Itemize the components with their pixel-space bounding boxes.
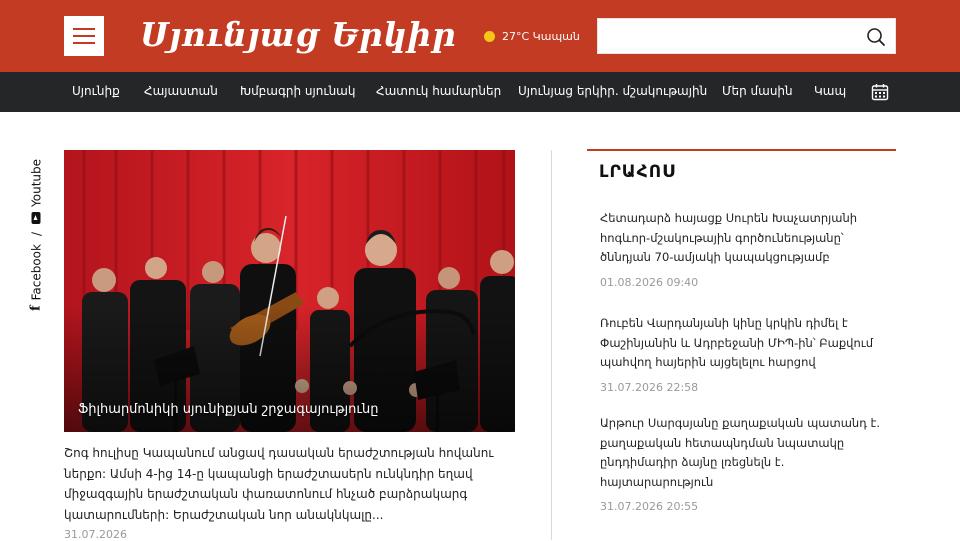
featured-caption[interactable]: Ֆիլհարմոնիկի սյունիքյան շրջագայությունը — [78, 402, 498, 417]
nav-item-contact[interactable]: Կապ — [814, 72, 846, 112]
social-separator: / — [29, 231, 43, 237]
youtube-link[interactable]: Youtube — [29, 159, 43, 224]
featured-lead-text: Շոգ հուլիսը Կապանում անցավ դասական երաժշ… — [64, 446, 494, 522]
nav-item-armenia[interactable]: Հայաստան — [144, 72, 218, 112]
nav-item-editor-column[interactable]: Խմբագրի սյունակ — [240, 72, 355, 112]
nav-item-syunik[interactable]: Սյունիք — [72, 72, 120, 112]
news-item: Ռուբեն Վարդանյանի կինը կրկին դիմել է Փաշ… — [600, 314, 890, 394]
news-item: Արթուր Սարգսյանը քաղաքական պատանդ է. քաղ… — [600, 414, 890, 513]
facebook-icon: f — [28, 305, 44, 312]
news-item-title[interactable]: Ռուբեն Վարդանյանի կինը կրկին դիմել է Փաշ… — [600, 314, 890, 373]
news-item: Հետադարձ հայացք Սուրեն Խաչատրյանի հոգևոր… — [600, 209, 890, 289]
search-input[interactable] — [604, 19, 858, 55]
sidebar-rule — [587, 149, 896, 151]
featured-date: 31.07.2026 — [64, 528, 127, 541]
site-logo[interactable]: Սյունյաց Երկիր — [140, 12, 456, 58]
nav-item-about[interactable]: Մեր մասին — [722, 72, 793, 112]
facebook-label: Facebook — [29, 244, 43, 301]
weather-text: 27°C Կապան — [502, 29, 580, 43]
news-item-date: 01.08.2026 09:40 — [600, 275, 699, 289]
news-item-date: 31.07.2026 22:58 — [600, 380, 699, 394]
main-nav: Սյունիք Հայաստան Խմբագրի սյունակ Հատուկ … — [0, 72, 960, 112]
search-box — [597, 18, 896, 55]
weather-widget: 27°C Կապան — [484, 27, 580, 45]
nav-item-special-issues[interactable]: Հատուկ համարներ — [376, 72, 501, 112]
social-links: f Facebook / Youtube — [21, 150, 51, 320]
sidebar-title: ԼՐԱՀՈՍ — [599, 162, 676, 182]
youtube-label: Youtube — [29, 158, 43, 207]
news-item-title[interactable]: Արթուր Սարգսյանը քաղաքական պատանդ է. քաղ… — [600, 414, 890, 492]
nav-item-cultural[interactable]: Սյունյաց երկիր. մշակութային — [518, 72, 707, 112]
calendar-icon[interactable] — [871, 83, 889, 101]
column-divider — [551, 150, 552, 540]
menu-button[interactable] — [64, 16, 104, 56]
search-icon[interactable] — [865, 26, 887, 48]
sun-icon — [484, 30, 495, 42]
news-item-title[interactable]: Հետադարձ հայացք Սուրեն Խաչատրյանի հոգևոր… — [600, 209, 890, 268]
youtube-icon — [31, 211, 41, 224]
facebook-link[interactable]: f Facebook — [29, 244, 44, 311]
featured-image[interactable] — [64, 150, 515, 432]
news-item-date: 31.07.2026 20:55 — [600, 500, 699, 513]
site-header: Սյունյաց Երկիր 27°C Կապան — [0, 0, 960, 72]
